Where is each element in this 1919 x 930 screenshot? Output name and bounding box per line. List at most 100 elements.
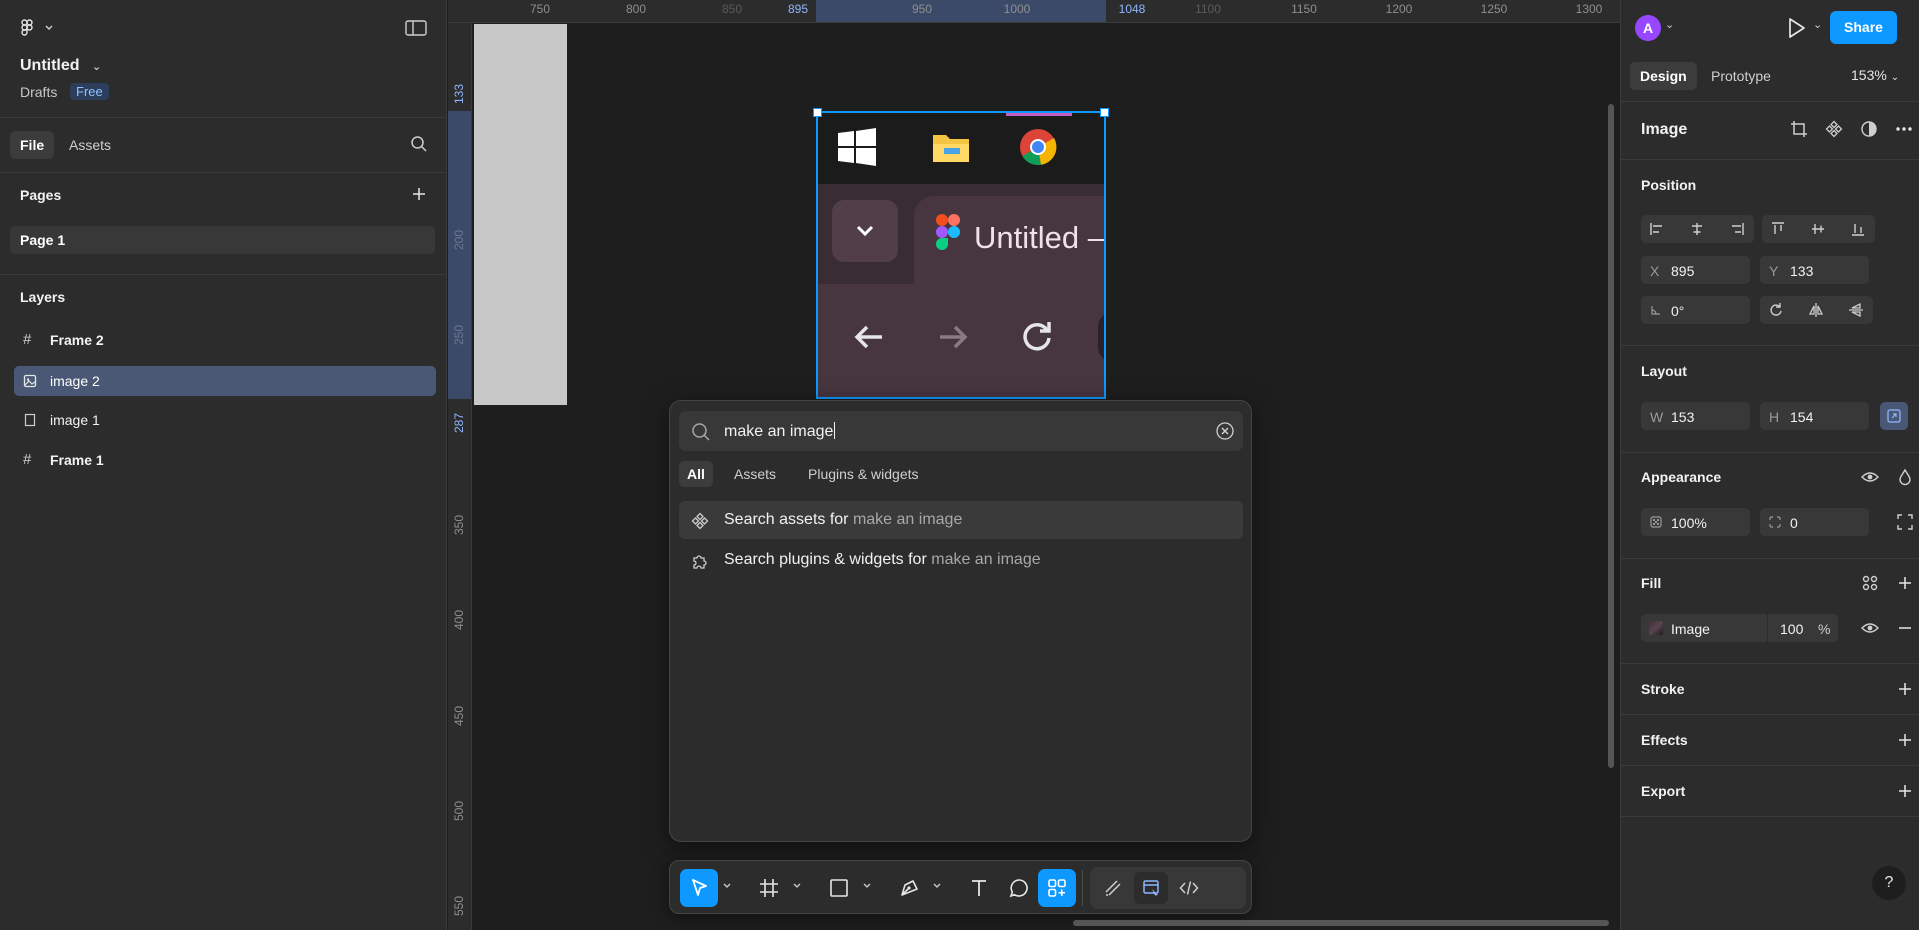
file-title[interactable]: Untitled ⌄ — [20, 57, 101, 75]
opacity-field[interactable]: 100% — [1641, 508, 1750, 536]
toggle-sidebar-button[interactable] — [404, 18, 428, 38]
layout-heading: Layout — [1641, 363, 1687, 379]
canvas[interactable]: Untitled – 750 800 850 895 950 1000 1048… — [448, 0, 1620, 930]
rotate-icon[interactable] — [1768, 302, 1784, 318]
add-page-button[interactable] — [411, 186, 427, 202]
vertical-scrollbar[interactable] — [1608, 104, 1614, 768]
text-tool-button[interactable] — [960, 869, 998, 907]
result-search-assets[interactable]: Search assets for make an image — [679, 501, 1243, 539]
add-effect-button[interactable] — [1893, 728, 1917, 752]
align-middle-vertical-icon[interactable] — [1810, 221, 1826, 237]
add-stroke-button[interactable] — [1893, 677, 1917, 701]
main-menu-button[interactable] — [20, 16, 56, 40]
add-fill-button[interactable] — [1893, 571, 1917, 595]
image-fill-swatch[interactable] — [1649, 621, 1663, 635]
frame-tool-button[interactable] — [750, 869, 788, 907]
filter-assets[interactable]: Assets — [726, 461, 784, 487]
layer-frame-1[interactable]: # Frame 1 — [14, 445, 436, 475]
back-arrow-icon — [854, 325, 882, 349]
design-mode-button[interactable] — [1134, 872, 1168, 904]
text-icon — [972, 880, 986, 896]
ruler-vertical: 133 200 250 287 350 400 450 500 550 — [448, 23, 472, 930]
tab-assets[interactable]: Assets — [69, 137, 111, 153]
add-export-button[interactable] — [1893, 779, 1917, 803]
layer-frame-2[interactable]: # Frame 2 — [14, 325, 436, 355]
height-field[interactable]: H 154 — [1760, 402, 1869, 430]
page-item[interactable]: Page 1 — [10, 226, 435, 254]
avatar[interactable]: A — [1635, 15, 1661, 41]
file-location[interactable]: Drafts — [20, 84, 57, 100]
layer-image-2[interactable]: image 2 — [14, 366, 436, 396]
result-prefix: Search assets for — [724, 511, 849, 528]
remove-fill-button[interactable] — [1893, 616, 1917, 640]
chevron-down-icon[interactable] — [862, 881, 872, 891]
pages-heading: Pages — [20, 187, 62, 203]
horizontal-scrollbar[interactable] — [1073, 920, 1609, 926]
share-button[interactable]: Share — [1830, 11, 1897, 44]
rotation-field[interactable]: 0° — [1641, 296, 1750, 324]
toggle-visibility-button[interactable] — [1858, 465, 1882, 489]
chevron-down-icon[interactable] — [792, 881, 802, 891]
clear-search-button[interactable] — [1216, 422, 1234, 440]
rectangle-tool-button[interactable] — [820, 869, 858, 907]
comment-tool-button[interactable] — [1000, 869, 1038, 907]
image-2[interactable]: Untitled – — [816, 111, 1106, 399]
filter-plugins-widgets[interactable]: Plugins & widgets — [800, 461, 927, 487]
plus-icon — [1899, 785, 1911, 797]
frame-1-preview[interactable] — [474, 24, 567, 405]
chevron-down-icon[interactable] — [932, 881, 942, 891]
ruler-tick: 895 — [787, 2, 809, 16]
tab-design[interactable]: Design — [1630, 62, 1697, 90]
independent-corners-button[interactable] — [1893, 510, 1917, 534]
present-button[interactable] — [1784, 16, 1808, 40]
ruler-tick: 200 — [452, 229, 466, 250]
create-component-button[interactable] — [1822, 117, 1846, 141]
browser-tab: Untitled – — [914, 196, 1106, 284]
search-query-text[interactable]: make an image — [724, 422, 836, 441]
forward-arrow-icon — [940, 325, 968, 349]
chevron-down-icon[interactable]: ⌄ — [1665, 18, 1674, 31]
align-left-icon[interactable] — [1649, 221, 1665, 237]
flip-horizontal-icon[interactable] — [1808, 302, 1824, 318]
chevron-down-icon[interactable]: ⌄ — [92, 61, 101, 73]
layer-image-1[interactable]: image 1 — [14, 405, 436, 435]
dev-mode-button[interactable] — [1174, 874, 1204, 902]
quick-actions-search[interactable]: make an image — [679, 411, 1243, 451]
align-center-horizontal-icon[interactable] — [1689, 221, 1705, 237]
move-tool-button[interactable] — [680, 869, 718, 907]
fill-opacity[interactable]: 100 — [1780, 621, 1803, 637]
filter-all[interactable]: All — [679, 461, 713, 487]
search-icon — [411, 136, 427, 152]
align-right-icon[interactable] — [1729, 221, 1745, 237]
help-icon: ? — [1884, 874, 1894, 891]
actions-tool-button[interactable] — [1038, 869, 1076, 907]
help-button[interactable]: ? — [1872, 866, 1906, 900]
align-top-icon[interactable] — [1770, 221, 1786, 237]
draw-mode-button[interactable] — [1098, 874, 1128, 902]
constrain-proportions-button[interactable] — [1880, 402, 1908, 430]
x-position-field[interactable]: X 895 — [1641, 256, 1750, 284]
toggle-fill-visibility-button[interactable] — [1858, 616, 1882, 640]
corner-radius-field[interactable]: 0 — [1760, 508, 1869, 536]
fill-styles-button[interactable] — [1858, 571, 1882, 595]
search-layers-button[interactable] — [410, 135, 428, 153]
tab-file[interactable]: File — [10, 131, 55, 159]
crop-button[interactable] — [1787, 117, 1811, 141]
chrome-icon — [1020, 129, 1057, 166]
ruler-selection-range — [816, 0, 1106, 22]
y-position-field[interactable]: Y 133 — [1760, 256, 1869, 284]
mask-button[interactable] — [1857, 117, 1881, 141]
align-bottom-icon[interactable] — [1850, 221, 1866, 237]
ruler-selection-range — [448, 111, 471, 399]
tab-prototype[interactable]: Prototype — [1711, 68, 1771, 84]
fill-row[interactable]: Image 100 % — [1641, 614, 1838, 642]
zoom-level[interactable]: 153% ⌄ — [1851, 67, 1899, 83]
result-search-plugins[interactable]: Search plugins & widgets for make an ima… — [679, 541, 1243, 579]
width-field[interactable]: W 153 — [1641, 402, 1750, 430]
more-options-button[interactable] — [1892, 117, 1916, 141]
chevron-down-icon[interactable] — [722, 881, 732, 891]
chevron-down-icon[interactable]: ⌄ — [1813, 18, 1822, 31]
blend-mode-button[interactable] — [1893, 465, 1917, 489]
flip-vertical-icon[interactable] — [1848, 302, 1864, 318]
pen-tool-button[interactable] — [890, 869, 928, 907]
